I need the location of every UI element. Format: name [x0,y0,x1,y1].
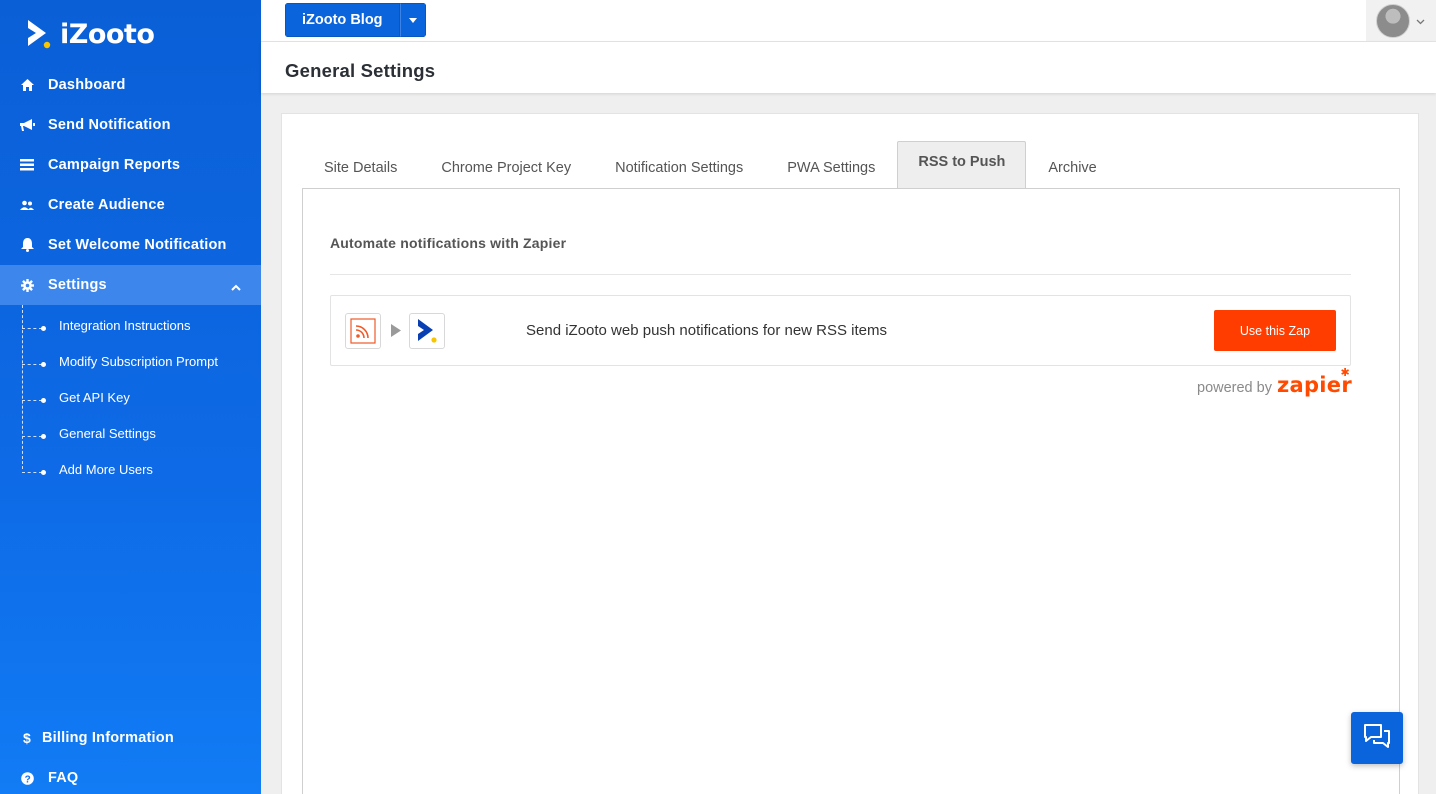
tree-dot [41,470,46,475]
zap-description: Send iZooto web push notifications for n… [526,322,888,339]
subnav-item-label: Integration Instructions [59,317,191,333]
main-nav: Dashboard Send Notification Campaign Rep… [0,65,261,487]
tab-chrome-project-key[interactable]: Chrome Project Key [419,148,593,188]
settings-subnav: Integration Instructions Modify Subscrip… [22,305,261,487]
chat-icon [1363,723,1391,754]
site-selector-label[interactable]: iZooto Blog [285,3,400,37]
question-icon: ? [19,770,35,786]
zapier-asterisk-icon: ✱ [1340,366,1350,379]
sidebar-item-create-audience[interactable]: Create Audience [0,185,261,225]
svg-text:$: $ [23,731,31,745]
powered-by-zapier[interactable]: powered by zapier ✱ [1197,366,1352,397]
subnav-item-integration-instructions[interactable]: Integration Instructions [22,307,261,343]
powered-by-label: powered by [1197,380,1272,396]
gear-icon [19,277,35,293]
subnav-item-label: General Settings [59,425,156,441]
chat-launcher-button[interactable] [1351,712,1403,764]
subnav-item-add-more-users[interactable]: Add More Users [22,451,261,487]
sidebar-item-send-notification[interactable]: Send Notification [0,105,261,145]
subnav-item-general-settings[interactable]: General Settings [22,415,261,451]
page-header: General Settings [261,42,1436,93]
subnav-item-label: Modify Subscription Prompt [59,353,218,369]
page-title: General Settings [285,60,436,81]
panel-title: Automate notifications with Zapier [330,235,567,251]
tab-pwa-settings[interactable]: PWA Settings [765,148,897,188]
sidebar-item-label: Create Audience [48,197,165,213]
tree-branch [22,328,42,329]
tree-dot [41,362,46,367]
sidebar-item-label: FAQ [48,770,79,786]
svg-text:?: ? [24,774,30,785]
tab-notification-settings[interactable]: Notification Settings [593,148,765,188]
sidebar: iZooto Dashboard Send Notification Campa… [0,0,261,794]
megaphone-icon [19,117,35,133]
tree-branch [22,436,42,437]
dollar-icon: $ [19,730,35,746]
sidebar-item-label: Send Notification [48,117,171,133]
sidebar-bottom-nav: $ Billing Information ? FAQ [0,718,261,794]
sidebar-item-label: Billing Information [42,730,174,746]
subnav-item-get-api-key[interactable]: Get API Key [22,379,261,415]
izooto-logo-icon [26,18,52,50]
zap-card: Send iZooto web push notifications for n… [330,295,1351,366]
settings-tabs: Site Details Chrome Project Key Notifica… [302,141,1119,188]
subnav-item-label: Get API Key [59,389,130,405]
topbar: iZooto Blog [261,0,1436,42]
use-this-zap-button[interactable]: Use this Zap [1214,310,1336,351]
chevron-down-icon[interactable] [1416,12,1425,30]
tab-panel: Automate notifications with Zapier Send … [302,188,1400,794]
tree-dot [41,398,46,403]
tab-site-details[interactable]: Site Details [302,148,419,188]
home-icon [19,77,35,93]
sidebar-item-label: Dashboard [48,77,126,93]
tree-branch [22,400,42,401]
report-icon [19,157,35,173]
settings-card: Site Details Chrome Project Key Notifica… [281,113,1419,794]
tree-dot [41,326,46,331]
subnav-item-label: Add More Users [59,461,153,477]
sidebar-item-set-welcome-notification[interactable]: Set Welcome Notification [0,225,261,265]
sidebar-item-settings[interactable]: Settings [0,265,261,305]
brand-logo[interactable]: iZooto [26,16,155,52]
play-arrow-icon [391,324,401,342]
sidebar-item-billing-information[interactable]: $ Billing Information [0,718,261,758]
avatar[interactable] [1376,3,1410,38]
sidebar-item-label: Settings [48,277,107,293]
rss-app-icon [345,313,381,349]
user-menu[interactable] [1366,0,1436,41]
tree-dot [41,434,46,439]
sidebar-item-campaign-reports[interactable]: Campaign Reports [0,145,261,185]
tree-branch [22,472,42,473]
izooto-app-icon [409,313,445,349]
chevron-up-icon [231,279,241,295]
sidebar-item-label: Campaign Reports [48,157,181,173]
subnav-item-modify-subscription-prompt[interactable]: Modify Subscription Prompt [22,343,261,379]
tab-rss-to-push[interactable]: RSS to Push [897,141,1027,188]
brand-name: iZooto [60,18,155,50]
sidebar-item-faq[interactable]: ? FAQ [0,758,261,794]
divider [330,274,1351,275]
sidebar-item-dashboard[interactable]: Dashboard [0,65,261,105]
tree-branch [22,364,42,365]
sidebar-item-label: Set Welcome Notification [48,237,227,253]
bell-icon [19,237,35,253]
tab-archive[interactable]: Archive [1026,148,1118,188]
caret-down-icon[interactable] [399,3,426,37]
users-icon [19,197,35,213]
site-selector[interactable]: iZooto Blog [285,3,426,37]
zapier-logo: zapier ✱ [1277,366,1352,397]
